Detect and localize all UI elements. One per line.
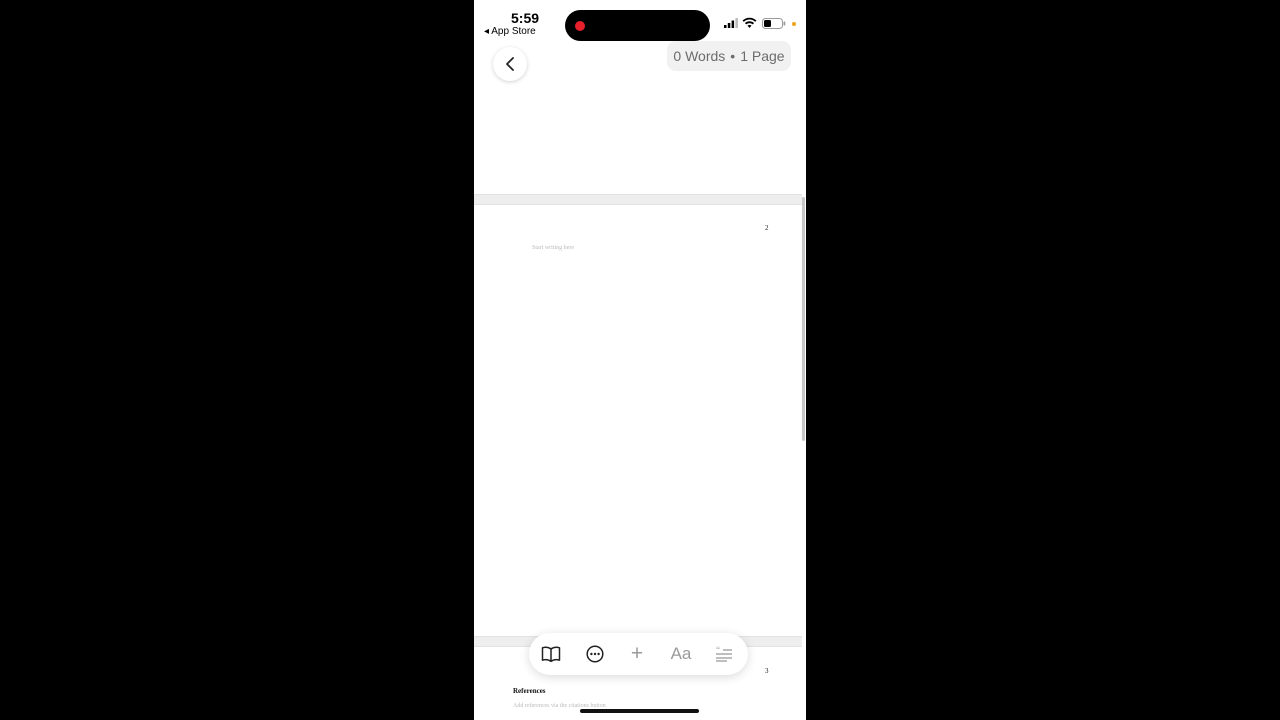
stats-separator: • <box>730 48 736 64</box>
citation-button[interactable]: “ <box>704 633 744 675</box>
signal-icon <box>724 18 738 28</box>
body-placeholder[interactable]: Start writing here <box>532 245 574 251</box>
word-count: 0 Words <box>673 48 726 64</box>
references-heading: References <box>513 687 546 695</box>
back-button[interactable] <box>493 47 527 81</box>
book-icon <box>541 646 561 662</box>
wifi-icon <box>742 17 757 28</box>
dynamic-island <box>565 10 710 41</box>
page-count: 1 Page <box>740 48 785 64</box>
more-options-button[interactable] <box>575 633 615 675</box>
page-number: 3 <box>765 667 769 675</box>
more-icon <box>586 645 604 663</box>
outline-button[interactable] <box>531 633 571 675</box>
citation-icon: “ <box>716 646 732 662</box>
phone-screen: 5:59 ◂ App Store 0 Words • 1 Page 2 Star… <box>474 0 806 720</box>
recording-indicator <box>575 21 585 31</box>
editor-toolbar: + Aa “ <box>529 633 748 675</box>
home-indicator[interactable] <box>580 709 699 713</box>
battery-icon <box>762 18 786 29</box>
font-icon: Aa <box>670 644 692 663</box>
scrollbar[interactable] <box>802 197 805 441</box>
add-button[interactable]: + <box>617 633 657 675</box>
status-time: 5:59 <box>511 10 540 26</box>
font-button[interactable]: Aa <box>661 633 701 675</box>
page-number: 2 <box>765 224 769 232</box>
back-to-app-link[interactable]: ◂ App Store <box>484 26 536 37</box>
add-icon: + <box>630 642 644 665</box>
document-stats[interactable]: 0 Words • 1 Page <box>667 41 791 71</box>
chevron-left-icon <box>506 57 514 71</box>
privacy-indicator <box>792 22 796 26</box>
page-divider <box>474 194 802 205</box>
